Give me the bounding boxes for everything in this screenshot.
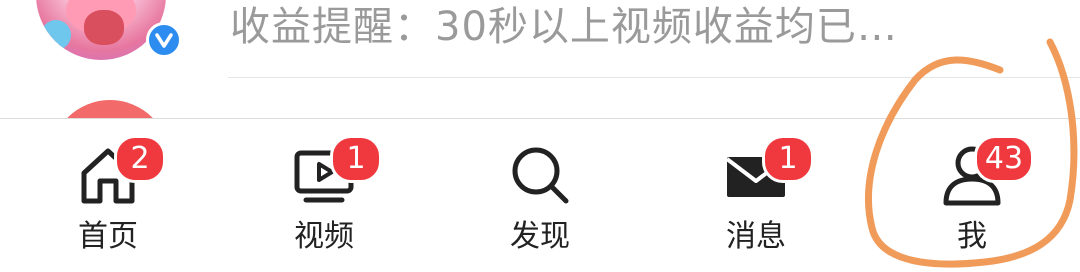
messages-badge: 1 (762, 135, 814, 183)
feed-preview-text[interactable]: 收益提醒：30秒以上视频收益均已… (230, 0, 898, 52)
divider (228, 77, 1080, 78)
tab-messages-label: 消息 (726, 219, 786, 254)
tab-video[interactable]: 1 视频 (216, 119, 432, 272)
tab-video-label: 视频 (294, 219, 354, 254)
me-badge: 43 (974, 135, 1034, 183)
home-badge: 2 (114, 135, 166, 183)
tab-messages[interactable]: 1 消息 (648, 119, 864, 272)
video-badge: 1 (330, 135, 382, 183)
avatar[interactable] (36, 0, 166, 60)
tab-me[interactable]: 43 我 (864, 119, 1080, 272)
avatar[interactable] (50, 100, 170, 118)
bottom-tab-bar: 2 首页 1 视频 发现 1 消息 43 我 (0, 118, 1080, 272)
search-icon (512, 147, 569, 204)
avatar-art (41, 20, 71, 50)
tab-me-label: 我 (957, 219, 987, 254)
avatar-art (84, 10, 124, 45)
tab-home[interactable]: 2 首页 (0, 119, 216, 272)
verified-icon (146, 22, 182, 58)
tab-discover-label: 发现 (510, 219, 570, 254)
tab-home-label: 首页 (78, 219, 138, 254)
feed-area: 收益提醒：30秒以上视频收益均已… (0, 0, 1080, 118)
tab-discover[interactable]: 发现 (432, 119, 648, 272)
